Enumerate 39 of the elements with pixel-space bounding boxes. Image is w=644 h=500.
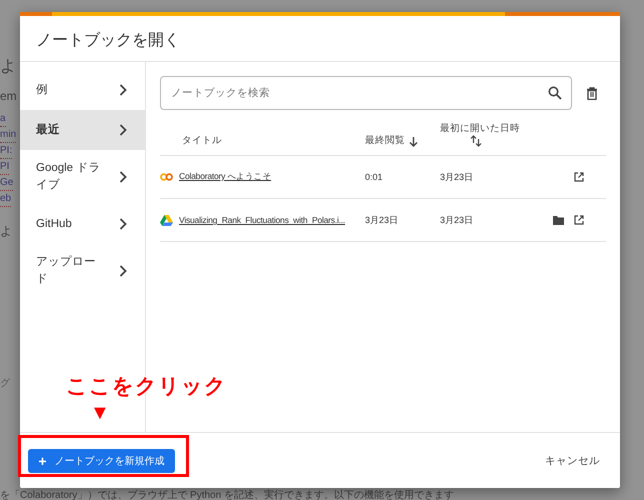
sidebar-item[interactable]: アップロード bbox=[20, 244, 145, 298]
hint-text: グ bbox=[0, 377, 10, 390]
chevron-right-icon bbox=[119, 265, 127, 277]
chevron-right-icon bbox=[119, 171, 127, 183]
infinity-logo-icon bbox=[160, 173, 173, 181]
sidebar-item[interactable]: 最近 bbox=[20, 110, 145, 150]
chevron-right-icon bbox=[119, 218, 127, 230]
notebook-link[interactable]: Visualizing_Rank_Fluctuations_with_Polars.i... bbox=[179, 215, 346, 225]
chevron-right-icon bbox=[119, 84, 127, 96]
annotation-text: ここをクリック bbox=[66, 374, 227, 400]
table-cell: 0:01 bbox=[365, 172, 383, 182]
column-header[interactable]: 最終閲覧 bbox=[365, 114, 440, 156]
cancel-button[interactable]: キャンセル bbox=[541, 450, 604, 472]
page-heading: よ bbox=[0, 57, 16, 77]
description-text: を「Colaboratory」）では、ブラウザ上で Python を記述、実行できます。以下の機能を使用できます bbox=[0, 488, 454, 500]
sidebar-item[interactable]: GitHub bbox=[20, 204, 145, 244]
new-notebook-button[interactable]: + ノートブックを新規作成 bbox=[28, 448, 175, 472]
search-icon bbox=[548, 86, 562, 100]
column-header[interactable]: 最初に開いた日時 bbox=[440, 114, 550, 156]
open-in-new-icon[interactable] bbox=[574, 215, 584, 225]
dialog-title: ノートブックを開く bbox=[20, 16, 620, 62]
sidebar-item[interactable]: 例 bbox=[20, 70, 145, 110]
arrow-down-icon bbox=[409, 137, 418, 147]
triangle-logo-icon bbox=[160, 214, 173, 226]
notebook-link[interactable]: Colaboratory へようこそ bbox=[179, 171, 272, 183]
sort-arrows-icon bbox=[470, 135, 482, 147]
table-cell: 3月23日 bbox=[440, 214, 474, 226]
trash-icon[interactable] bbox=[586, 86, 598, 100]
pointer-triangle-icon: ▼ bbox=[90, 402, 110, 424]
search-field[interactable]: ノートブックを検索 bbox=[160, 76, 572, 110]
open-in-new-icon[interactable] bbox=[574, 172, 584, 182]
column-header[interactable]: タイトル bbox=[160, 114, 365, 156]
sidebar-item[interactable]: Google ドライブ bbox=[20, 150, 145, 204]
folder-icon[interactable] bbox=[553, 216, 564, 224]
table-cell: 3月23日 bbox=[365, 214, 398, 226]
paragraph-text: よ bbox=[0, 223, 12, 240]
table-cell: 3月23日 bbox=[440, 170, 474, 184]
chevron-right-icon bbox=[119, 124, 127, 136]
section-heading: em bbox=[0, 89, 17, 103]
